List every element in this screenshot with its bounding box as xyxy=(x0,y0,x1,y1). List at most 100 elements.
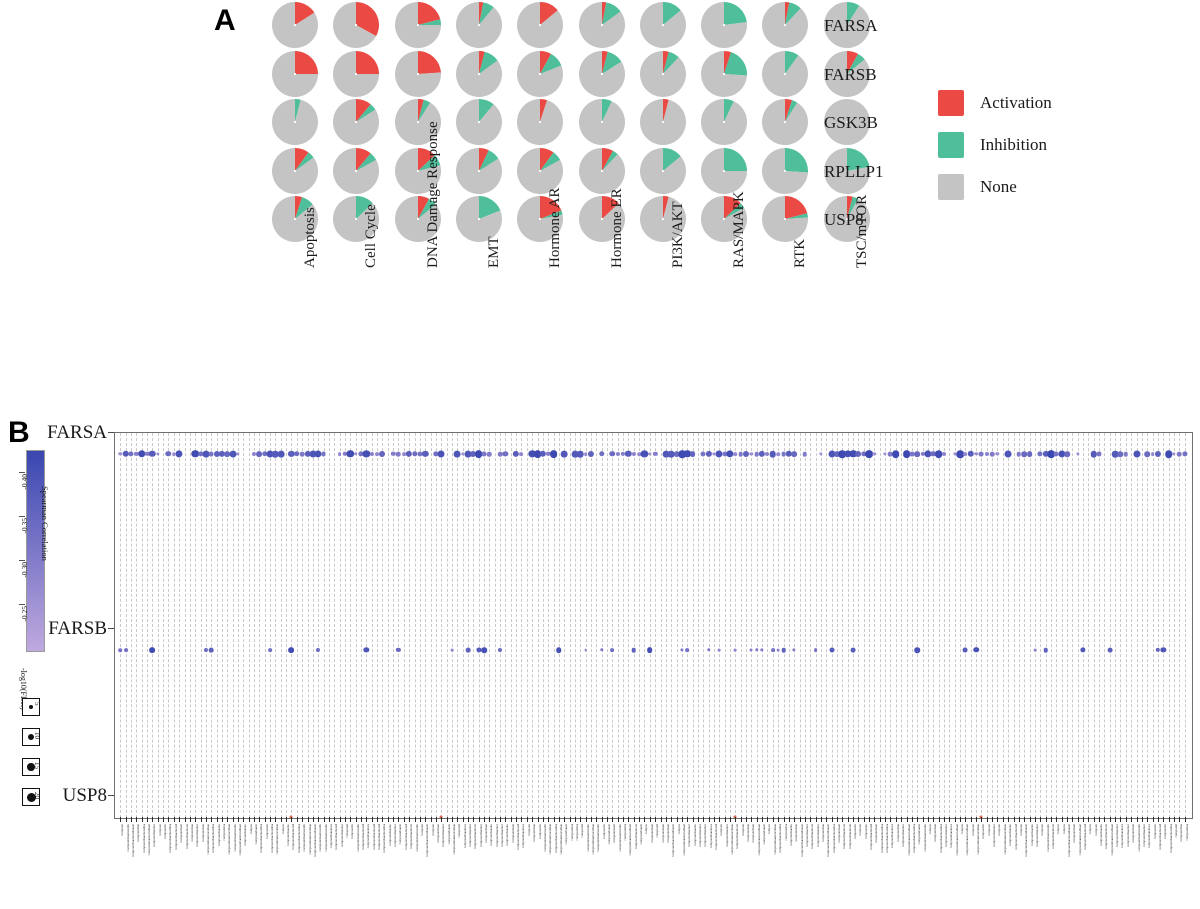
panel-b-x-tick xyxy=(681,817,683,822)
grid-line xyxy=(665,433,667,818)
grid-line xyxy=(189,433,191,818)
grid-line xyxy=(1024,433,1026,818)
grid-line xyxy=(211,433,213,818)
grid-line xyxy=(350,433,352,818)
legend-item: Inhibition xyxy=(938,124,1052,166)
panel-b-x-tick xyxy=(906,817,908,822)
grid-line xyxy=(692,433,694,818)
data-point xyxy=(316,647,321,653)
data-point xyxy=(396,647,401,653)
panel-b-x-tick xyxy=(259,817,261,822)
drug-label: compoun xyxy=(157,824,162,836)
drug-label: compoundxaei xyxy=(751,824,756,843)
pie-chart xyxy=(517,2,564,48)
grid-line xyxy=(494,433,496,818)
panel-b-x-tick xyxy=(831,817,833,822)
drug-label: compoundxaeino xyxy=(387,824,392,846)
grid-line xyxy=(1131,433,1133,818)
panel-b-x-tick xyxy=(644,817,646,822)
data-point xyxy=(1076,452,1080,456)
panel-b-x-tick xyxy=(382,817,384,822)
panel-b-x-tick xyxy=(676,817,678,822)
data-point xyxy=(519,452,524,456)
drug-label: compoundxaeinors xyxy=(890,824,895,849)
grid-line xyxy=(649,433,651,818)
drug-label: compoundxaei xyxy=(510,824,515,843)
pie-chart xyxy=(455,147,502,194)
grid-line xyxy=(371,433,373,818)
drug-label: compoundxaeinorst xyxy=(810,824,815,850)
drug-label: compoundxaeinorstlx xyxy=(232,824,237,852)
grid-line xyxy=(516,433,518,818)
data-point xyxy=(379,451,386,457)
pathway-label: Cell Cycle xyxy=(363,204,380,268)
drug-label: compoundxaeinorstlx xyxy=(1136,824,1141,852)
grid-line xyxy=(221,433,223,818)
panel-b-x-tick xyxy=(200,817,202,822)
panel-b-x-tick xyxy=(163,817,165,822)
panel-b-x-tick xyxy=(660,817,662,822)
drug-label: compoundxae xyxy=(1179,824,1184,842)
grid-line xyxy=(1147,433,1149,818)
panel-b-x-tick xyxy=(232,817,234,822)
grid-line xyxy=(612,433,614,818)
panel-b-x-tick xyxy=(1034,817,1036,822)
panel-b-x-tick xyxy=(837,817,838,822)
drug-label: compoundxaeinors xyxy=(1147,824,1152,849)
panel-b-x-tick xyxy=(147,817,149,822)
drug-label: compoundxae xyxy=(794,824,799,842)
grid-line xyxy=(927,433,929,818)
grid-line xyxy=(772,433,774,818)
data-point xyxy=(123,648,128,652)
data-point xyxy=(792,648,796,652)
grid-line xyxy=(762,433,764,818)
drug-label: compound xyxy=(655,824,660,838)
fdr-size-label: 15 xyxy=(33,762,41,769)
grid-line xyxy=(291,433,293,818)
drug-label: compoundxaeinorstlxaei xyxy=(681,824,686,856)
pie-chart xyxy=(455,2,502,48)
drug-label: compoundxaeinor xyxy=(724,824,729,848)
data-point xyxy=(1026,451,1033,457)
panel-b-x-tick xyxy=(387,817,389,822)
pie-chart xyxy=(639,50,686,97)
drug-label: compoundxaeinor xyxy=(467,824,472,848)
pie-chart xyxy=(578,147,625,194)
drug-label: compoun xyxy=(986,824,991,836)
data-point xyxy=(791,451,798,457)
data-point xyxy=(1123,451,1129,457)
data-point xyxy=(962,647,968,653)
panel-b-x-tick xyxy=(179,817,181,822)
panel-b-x-tick xyxy=(1018,817,1020,822)
panel-b-x-tick xyxy=(419,817,421,822)
pie-chart xyxy=(272,50,318,97)
data-point xyxy=(984,451,989,457)
legend-item: Activation xyxy=(938,82,1052,124)
data-point xyxy=(156,452,160,456)
drug-label: compou xyxy=(927,824,932,835)
pie-chart xyxy=(333,147,380,194)
drug-label: compoundxaeinorstlxa xyxy=(778,824,783,854)
legend-swatch-none xyxy=(938,174,964,200)
data-point xyxy=(850,647,856,653)
panel-b-x-tick xyxy=(393,817,395,822)
panel-b-x-tick xyxy=(794,817,796,822)
drug-label: compoun xyxy=(1018,824,1023,836)
drug-label: compoundxaeinor xyxy=(441,824,446,848)
drug-label: compoundxaeinor xyxy=(195,824,200,848)
drug-label: compoundxaeinorstlx xyxy=(596,824,601,852)
data-point xyxy=(760,648,764,652)
panel-b-x-tick xyxy=(879,817,881,822)
grid-line xyxy=(906,433,908,818)
panel-b-x-tick xyxy=(1125,817,1127,822)
panel-b-x-tick xyxy=(377,817,379,822)
panel-b-x-tick xyxy=(1179,817,1181,822)
data-point xyxy=(598,451,605,457)
pathway-label: RTK xyxy=(792,238,809,268)
drug-label: compoundxaeino xyxy=(692,824,697,846)
drug-label: compoundxaeinors xyxy=(1120,824,1125,849)
drug-label: compoundxaeinor xyxy=(152,824,157,848)
pathway-label: EMT xyxy=(485,236,502,268)
panel-b-x-tick xyxy=(826,817,828,822)
panel-b-x-tick xyxy=(1066,817,1068,822)
